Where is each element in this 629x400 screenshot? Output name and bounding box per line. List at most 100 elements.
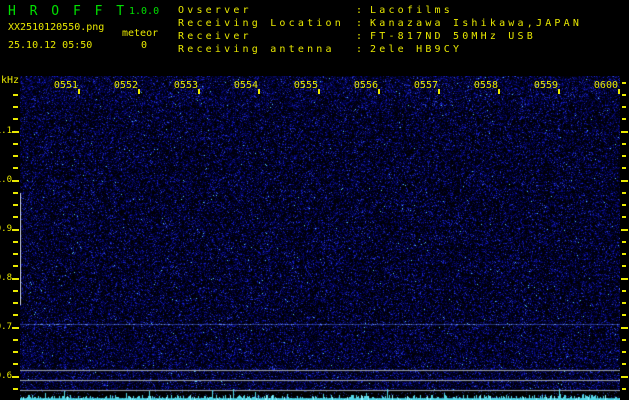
info-label: Ovserver bbox=[178, 5, 252, 16]
info-label: Receiving antenna bbox=[178, 44, 335, 55]
time-axis-label: 0557 bbox=[413, 80, 438, 91]
freq-tick-major bbox=[621, 229, 628, 231]
freq-tick-major bbox=[12, 131, 19, 133]
freq-tick-major bbox=[12, 327, 19, 329]
freq-tick-minor bbox=[13, 241, 18, 243]
meteor-count: 0 bbox=[140, 40, 148, 51]
time-tick bbox=[78, 89, 80, 94]
info-colon: : bbox=[356, 18, 366, 29]
info-colon: : bbox=[356, 5, 366, 16]
freq-tick-minor bbox=[622, 118, 626, 120]
freq-axis-label: 1.1 bbox=[0, 125, 12, 136]
freq-tick-minor bbox=[622, 94, 626, 96]
mode-label: meteor bbox=[122, 28, 159, 39]
freq-axis-label: 0.7 bbox=[0, 321, 12, 332]
freq-tick-minor bbox=[622, 302, 626, 304]
freq-tick-major bbox=[621, 278, 628, 280]
time-tick bbox=[558, 89, 560, 94]
freq-tick-minor bbox=[13, 204, 18, 206]
time-axis-label: 0600 bbox=[593, 80, 618, 91]
time-tick bbox=[438, 89, 440, 94]
freq-tick-minor bbox=[13, 314, 18, 316]
info-label: Receiver bbox=[178, 31, 252, 42]
freq-tick-major bbox=[621, 327, 628, 329]
freq-tick-minor bbox=[622, 290, 626, 292]
freq-tick-minor bbox=[13, 167, 18, 169]
frequency-axis-right bbox=[620, 76, 629, 400]
freq-tick-major bbox=[621, 376, 628, 378]
freq-tick-minor bbox=[622, 339, 626, 341]
freq-tick-minor bbox=[13, 302, 18, 304]
freq-tick-minor bbox=[13, 94, 18, 96]
info-value: 2ele HB9CY bbox=[370, 44, 463, 55]
time-axis-label: 0556 bbox=[353, 80, 378, 91]
station-info-row: Receiving antenna:2ele HB9CY bbox=[178, 43, 582, 56]
time-axis-label: 0558 bbox=[473, 80, 498, 91]
freq-axis-label: 0.6 bbox=[0, 370, 12, 381]
freq-tick-minor bbox=[622, 351, 626, 353]
freq-tick-minor bbox=[13, 339, 18, 341]
time-axis-label: 0559 bbox=[533, 80, 558, 91]
spectrogram-noise-canvas bbox=[20, 76, 620, 400]
time-axis-label: 0555 bbox=[293, 80, 318, 91]
info-value: Kanazawa Ishikawa,JAPAN bbox=[370, 18, 583, 29]
freq-tick-minor bbox=[622, 204, 626, 206]
freq-tick-minor bbox=[622, 241, 626, 243]
freq-tick-minor bbox=[622, 314, 626, 316]
time-axis-label: 0552 bbox=[113, 80, 138, 91]
freq-tick-minor bbox=[622, 143, 626, 145]
freq-tick-minor bbox=[622, 167, 626, 169]
freq-tick-major bbox=[12, 229, 19, 231]
time-tick bbox=[318, 89, 320, 94]
freq-tick-minor bbox=[13, 106, 18, 108]
station-info-row: Ovserver: Lacofilms bbox=[178, 4, 582, 17]
station-info-row: Receiver: FT-817ND 50MHz USB bbox=[178, 30, 582, 43]
freq-tick-minor bbox=[622, 82, 626, 84]
info-colon: : bbox=[356, 31, 366, 42]
freq-tick-minor bbox=[622, 388, 626, 390]
datetime: 25.10.12 05:50 bbox=[8, 40, 93, 51]
freq-tick-major bbox=[12, 376, 19, 378]
freq-axis-label: 0.9 bbox=[0, 223, 12, 234]
time-tick bbox=[258, 89, 260, 94]
freq-tick-major bbox=[12, 180, 19, 182]
info-colon: : bbox=[356, 44, 366, 55]
station-info-row: Receiving Location: Kanazawa Ishikawa,JAP… bbox=[178, 17, 582, 30]
time-tick bbox=[498, 89, 500, 94]
freq-tick-major bbox=[621, 180, 628, 182]
freq-tick-minor bbox=[13, 265, 18, 267]
filename: XX2510120550.png bbox=[8, 22, 105, 33]
freq-tick-minor bbox=[622, 265, 626, 267]
freq-tick-minor bbox=[13, 216, 18, 218]
time-axis-label: 0553 bbox=[173, 80, 198, 91]
frequency-axis-left: kHz 1.1 1.0 0.9 0.8 0.7 0.6 bbox=[0, 76, 20, 400]
freq-tick-major bbox=[12, 278, 19, 280]
spectrogram-plot: 0551 0552 0553 0554 0555 0556 0557 0558 0559 0600 bbox=[20, 76, 620, 400]
hrofft-window: H R O F F T 1.0.0 XX2510120550.png meteo… bbox=[0, 0, 629, 400]
freq-tick-minor bbox=[13, 155, 18, 157]
freq-axis-label: 1.0 bbox=[0, 174, 12, 185]
freq-axis-label: 0.8 bbox=[0, 272, 12, 283]
freq-tick-minor bbox=[622, 192, 626, 194]
info-label: Receiving Location bbox=[178, 18, 344, 29]
station-info: Ovserver: Lacofilms Receiving Location: Kan… bbox=[178, 4, 582, 56]
freq-tick-minor bbox=[622, 216, 626, 218]
freq-tick-minor bbox=[13, 253, 18, 255]
time-axis-label: 0554 bbox=[233, 80, 258, 91]
freq-tick-minor bbox=[13, 290, 18, 292]
freq-tick-minor bbox=[622, 106, 626, 108]
freq-tick-minor bbox=[622, 363, 626, 365]
app-title: H R O F F T bbox=[8, 4, 128, 19]
freq-tick-minor bbox=[13, 388, 18, 390]
time-tick bbox=[378, 89, 380, 94]
info-value: FT-817ND 50MHz USB bbox=[370, 31, 536, 42]
freq-tick-minor bbox=[13, 143, 18, 145]
freq-tick-minor bbox=[13, 192, 18, 194]
app-version: 1.0.0 bbox=[129, 6, 160, 17]
time-tick bbox=[198, 89, 200, 94]
freq-tick-minor bbox=[622, 253, 626, 255]
freq-tick-major bbox=[621, 131, 628, 133]
time-axis-label: 0551 bbox=[53, 80, 78, 91]
freq-tick-minor bbox=[13, 118, 18, 120]
freq-tick-minor bbox=[13, 351, 18, 353]
